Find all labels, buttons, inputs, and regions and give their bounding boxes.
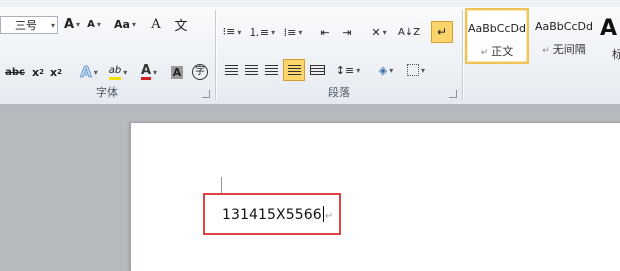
align-right-button[interactable] [261,59,281,81]
grow-font-icon: A [63,16,75,32]
sort-button[interactable]: A↓Z [397,21,421,43]
increase-indent-icon: ⇥ [342,25,352,39]
font-size-value: 三号 [15,19,37,32]
strikethrough-icon: abc [5,66,25,78]
align-center-button[interactable] [241,59,261,81]
chinese-layout-button[interactable]: ✕ [365,21,393,43]
subscript-button[interactable]: x2 [30,61,46,83]
multilevel-list-button[interactable]: ⁞≡ [279,21,307,43]
superscript-button[interactable]: x2 [48,61,64,83]
strikethrough-button[interactable]: abc [2,61,28,83]
style-name: 无间隔 [552,43,586,56]
sort-icon: A↓Z [397,26,421,38]
subscript-icon: x [32,65,40,79]
shrink-font-button[interactable]: A [84,13,104,35]
enclose-characters-button[interactable]: 字 [190,61,210,83]
font-group: 三号 ▾ A A Aa A 文 abc x2 x2 A ab A A 字 字体 [0,7,214,104]
line-spacing-icon: ↕≡ [335,63,355,77]
text-effect-icon: A [80,63,92,82]
style-no-spacing[interactable]: AaBbCcDd ↵ 无间隔 [532,8,596,64]
style-name-row: ↵ 无间隔 [542,43,586,56]
paragraph-group-label: 段落 [328,86,350,99]
group-separator [462,10,463,100]
ribbon-top-strip [0,0,620,7]
change-case-button[interactable]: Aa [112,13,138,35]
paragraph-group: ⁝≡ ⒈≡ ⁞≡ ⇤ ⇥ ✕ A↓Z ↵ ↕≡ ◈ 段落 [217,7,461,104]
numbering-icon: ⒈≡ [248,26,270,39]
align-right-icon [264,65,278,75]
font-group-label: 字体 [96,86,118,99]
phonetic-guide-button[interactable]: 文 [170,13,192,35]
grow-font-button[interactable]: A [62,13,82,35]
borders-button[interactable] [403,59,429,81]
style-sample: AaBbCcDd [468,22,526,35]
highlight-annotation-box [203,193,341,235]
style-heading-name: 标 [612,46,620,62]
style-name-row: ↵ 正文 [480,45,514,58]
font-size-combobox[interactable]: 三号 ▾ [0,16,58,34]
align-left-icon [224,65,238,75]
superscript-icon: x [50,65,58,79]
decrease-indent-button[interactable]: ⇤ [315,21,335,43]
clear-format-button[interactable]: A [146,13,166,35]
show-formatting-marks-button[interactable]: ↵ [431,21,453,43]
change-case-icon: Aa [114,17,130,31]
paint-bucket-icon: ◈ [378,63,388,77]
group-separator [215,10,216,100]
style-heading-sample[interactable]: A [600,16,617,41]
bullets-icon: ⁝≡ [222,25,236,38]
clear-format-icon: A [151,16,161,32]
chinese-layout-icon: ✕ [371,25,381,39]
line-spacing-button[interactable]: ↕≡ [335,59,361,81]
align-center-icon [244,65,258,75]
font-dialog-launcher-icon[interactable] [202,90,210,98]
increase-indent-button[interactable]: ⇥ [337,21,357,43]
highlight-color-button[interactable]: ab [104,61,132,83]
paragraph-dialog-launcher-icon[interactable] [449,90,457,98]
ribbon: 三号 ▾ A A Aa A 文 abc x2 x2 A ab A A 字 字体 … [0,0,620,105]
highlighter-icon: ab [108,65,122,80]
text-effect-button[interactable]: A [76,61,102,83]
numbering-button[interactable]: ⒈≡ [249,21,275,43]
distributed-icon [309,65,325,75]
bullets-button[interactable]: ⁝≡ [219,21,245,43]
enclose-characters-icon: 字 [192,64,208,80]
style-name: 正文 [491,45,514,58]
decrease-indent-icon: ⇤ [320,25,330,39]
multilevel-list-icon: ⁞≡ [283,25,297,39]
distributed-button[interactable] [307,59,327,81]
shrink-font-icon: A [87,18,95,30]
font-color-icon: A [140,62,152,80]
align-left-button[interactable] [221,59,241,81]
font-color-button[interactable]: A [136,61,162,83]
shading-button[interactable]: ◈ [373,59,399,81]
paragraph-mark-icon: ↵ [436,25,448,39]
justify-button[interactable] [283,59,305,81]
phonetic-guide-icon: 文 [174,18,188,34]
style-sample: AaBbCcDd [535,20,593,33]
chevron-down-icon[interactable]: ▾ [51,17,55,35]
style-normal[interactable]: AaBbCcDd ↵ 正文 [465,8,529,64]
borders-icon [406,64,419,76]
justify-icon [287,65,301,75]
character-shading-icon: A [170,65,184,79]
character-shading-button[interactable]: A [168,61,186,83]
